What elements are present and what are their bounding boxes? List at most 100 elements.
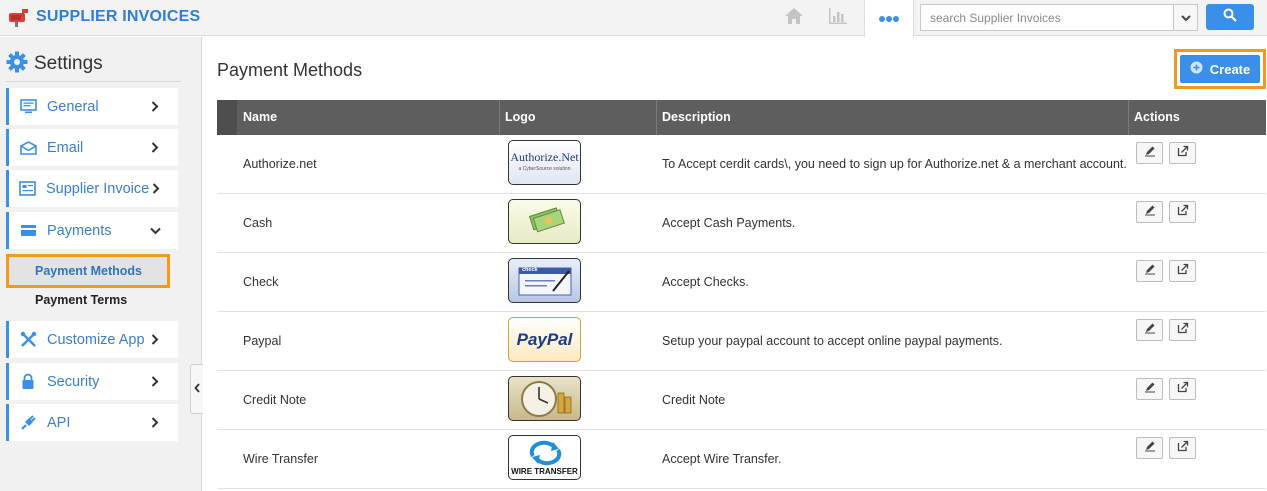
sidebar-item-label: Supplier Invoice (46, 180, 150, 197)
sidebar-item-security[interactable]: Security (6, 363, 178, 400)
monitor-icon (19, 98, 37, 116)
sidebar-item-customize-app[interactable]: Customize App (6, 321, 178, 358)
table-row: Cash Accept Cash Payments. (217, 194, 1266, 253)
edit-button[interactable] (1136, 142, 1163, 164)
chevron-right-icon (148, 100, 162, 114)
open-button[interactable] (1169, 378, 1196, 400)
payment-method-description: Setup your paypal account to accept onli… (662, 334, 1003, 348)
external-link-icon (1177, 321, 1189, 339)
chevron-right-icon (148, 141, 162, 155)
edit-button[interactable] (1136, 437, 1163, 459)
envelope-icon (19, 139, 37, 157)
edit-button[interactable] (1136, 201, 1163, 223)
column-header-logo: Logo (505, 110, 536, 124)
open-button[interactable] (1169, 201, 1196, 223)
sidebar-item-label: General (47, 98, 99, 115)
sidebar-collapse-toggle[interactable] (190, 364, 203, 414)
external-link-icon (1177, 262, 1189, 280)
logo-text: WIRE TRANSFER (511, 467, 578, 476)
payment-method-name: Wire Transfer (243, 452, 319, 466)
pencil-icon (1144, 380, 1156, 398)
payment-method-description: Accept Cash Payments. (662, 216, 796, 230)
sidebar-item-label: Email (47, 139, 84, 156)
more-dots-icon (878, 10, 900, 28)
logo-subtext: a CyberSource solution (518, 166, 571, 172)
open-button[interactable] (1169, 437, 1196, 459)
invoice-icon (19, 180, 36, 198)
pencil-icon (1144, 203, 1156, 221)
reports-button[interactable] (818, 0, 858, 36)
settings-header: Settings (6, 51, 103, 77)
external-link-icon (1177, 380, 1189, 398)
search-icon (1223, 8, 1237, 27)
table-row: Paypal PayPal Setup your paypal account … (217, 312, 1266, 371)
wire-transfer-logo: WIRE TRANSFER (508, 435, 581, 480)
payment-method-name: Paypal (243, 334, 282, 348)
open-button[interactable] (1169, 260, 1196, 282)
tools-icon (19, 331, 37, 349)
sidebar-item-general[interactable]: General (6, 88, 178, 125)
table-header-gutter (217, 100, 237, 135)
chevron-right-icon (148, 416, 162, 430)
paypal-logo: PayPal (508, 317, 581, 362)
more-button[interactable] (864, 0, 914, 37)
chevron-down-icon (148, 224, 162, 238)
page-title: Payment Methods (217, 60, 363, 80)
chevron-right-icon (148, 375, 162, 389)
logo-text: check (522, 267, 538, 273)
pencil-icon (1144, 439, 1156, 457)
app-title: SUPPLIER INVOICES (36, 8, 201, 25)
create-button-highlight: Create (1174, 49, 1266, 89)
external-link-icon (1177, 439, 1189, 457)
cash-logo (508, 199, 581, 244)
column-header-name: Name (243, 110, 278, 124)
open-button[interactable] (1169, 142, 1196, 164)
mailbox-icon (8, 7, 30, 27)
settings-title: Settings (34, 53, 103, 74)
payment-method-name: Credit Note (243, 393, 307, 407)
bar-chart-icon (827, 6, 849, 31)
logo-text: Authorize.Net (510, 150, 579, 164)
plug-icon (19, 414, 37, 432)
payment-method-description: Credit Note (662, 393, 726, 407)
gear-icon (6, 51, 28, 78)
check-logo: check (508, 258, 581, 303)
edit-button[interactable] (1136, 260, 1163, 282)
payment-method-description: To Accept cerdit cards\, you need to sig… (662, 157, 1127, 171)
create-button[interactable]: Create (1180, 55, 1260, 83)
chevron-right-icon (148, 333, 162, 347)
home-icon (783, 6, 805, 31)
sidebar-subitem-payment-terms[interactable]: Payment Terms (6, 283, 170, 317)
payment-method-name: Authorize.net (243, 157, 317, 171)
pencil-icon (1144, 262, 1156, 280)
lock-icon (19, 373, 37, 391)
payment-method-description: Accept Wire Transfer. (662, 452, 782, 466)
home-button[interactable] (774, 0, 814, 36)
sidebar-item-label: Security (47, 373, 100, 390)
sidebar-item-payments[interactable]: Payments (6, 212, 178, 249)
sidebar-item-email[interactable]: Email (6, 129, 178, 166)
edit-button[interactable] (1136, 319, 1163, 341)
payment-method-name: Check (243, 275, 279, 289)
payment-methods-table: Name Logo Description Actions Authorize.… (217, 100, 1266, 489)
payment-method-description: Accept Checks. (662, 275, 749, 289)
table-row: Credit Note Credit Note (217, 371, 1266, 430)
sidebar-item-api[interactable]: API (6, 404, 178, 441)
sidebar-item-label: Customize App (47, 331, 145, 348)
table-row: Wire Transfer WIRE TRANSFER Accept Wire … (217, 430, 1266, 489)
top-bar: SUPPLIER INVOICES (0, 0, 1267, 37)
edit-button[interactable] (1136, 378, 1163, 400)
credit-card-icon (19, 222, 37, 240)
credit-note-logo (508, 376, 581, 421)
column-header-description: Description (662, 110, 731, 124)
open-button[interactable] (1169, 319, 1196, 341)
sidebar-item-supplier-invoice[interactable]: Supplier Invoice (6, 170, 178, 207)
search-button[interactable] (1206, 4, 1254, 30)
external-link-icon (1177, 144, 1189, 162)
chevron-left-icon (194, 380, 200, 398)
create-button-label: Create (1209, 61, 1251, 77)
logo-text: PayPal (516, 330, 573, 349)
search-input[interactable] (921, 5, 1173, 30)
pencil-icon (1144, 321, 1156, 339)
search-dropdown-button[interactable] (1173, 5, 1197, 30)
